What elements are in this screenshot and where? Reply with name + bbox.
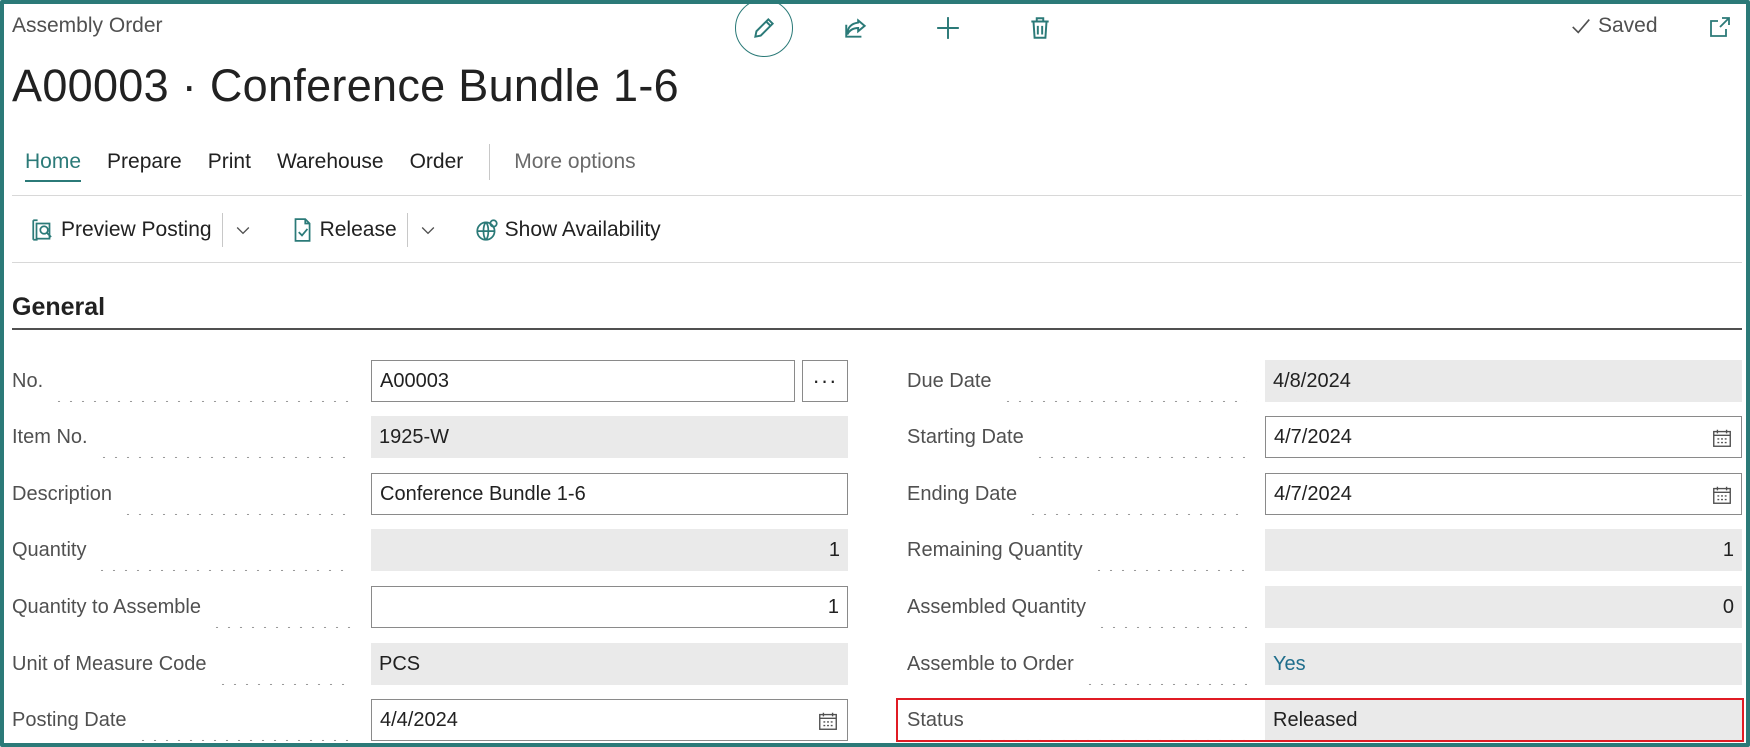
posting-date-input[interactable]: 4/4/2024 bbox=[371, 699, 848, 741]
field-posting-date: Posting Date 4/4/2024 bbox=[12, 699, 848, 741]
open-in-new-window-button[interactable] bbox=[1708, 15, 1732, 39]
top-actions bbox=[735, 0, 1103, 57]
field-ending-date: Ending Date 4/7/2024 bbox=[907, 473, 1743, 515]
due-date-value: 4/8/2024 bbox=[1265, 360, 1742, 402]
saved-label: Saved bbox=[1598, 14, 1658, 37]
globe-icon bbox=[476, 219, 498, 241]
ending-date-input[interactable]: 4/7/2024 bbox=[1265, 473, 1742, 515]
starting-date-text: 4/7/2024 bbox=[1274, 425, 1352, 448]
share-button[interactable] bbox=[827, 0, 885, 57]
tab-more-options[interactable]: More options bbox=[514, 150, 635, 180]
assemble-to-order-link[interactable]: Yes bbox=[1265, 643, 1742, 685]
field-remaining-quantity: Remaining Quantity 1 bbox=[907, 529, 1743, 571]
tab-order[interactable]: Order bbox=[410, 150, 464, 180]
chevron-down-icon[interactable] bbox=[233, 220, 253, 240]
field-assembled-quantity: Assembled Quantity 0 bbox=[907, 586, 1743, 628]
field-label: Unit of Measure Code bbox=[12, 643, 352, 685]
field-description: Description Conference Bundle 1-6 bbox=[12, 473, 848, 515]
edit-button[interactable] bbox=[735, 0, 793, 57]
remaining-quantity-value: 1 bbox=[1265, 529, 1742, 571]
section-underline bbox=[12, 328, 1742, 330]
starting-date-input[interactable]: 4/7/2024 bbox=[1265, 416, 1742, 458]
calendar-icon[interactable] bbox=[1711, 427, 1733, 449]
share-icon bbox=[845, 18, 867, 38]
separator bbox=[221, 213, 223, 247]
field-label: Assembled Quantity bbox=[907, 586, 1247, 628]
release-button[interactable]: Release bbox=[289, 217, 397, 243]
saved-status: Saved bbox=[1570, 14, 1658, 38]
preview-posting-label: Preview Posting bbox=[61, 218, 212, 241]
field-label: Due Date bbox=[907, 360, 1247, 402]
posting-date-text: 4/4/2024 bbox=[380, 708, 458, 731]
check-icon bbox=[1572, 19, 1590, 34]
page-title: A00003 · Conference Bundle 1-6 bbox=[12, 60, 679, 111]
no-input[interactable]: A00003 bbox=[371, 360, 795, 402]
plus-icon bbox=[937, 17, 959, 39]
field-label: Quantity to Assemble bbox=[12, 586, 352, 628]
tab-home[interactable]: Home bbox=[25, 150, 82, 182]
tab-print[interactable]: Print bbox=[208, 150, 251, 180]
tab-prepare[interactable]: Prepare bbox=[107, 150, 182, 180]
field-item-no: Item No. 1925-W bbox=[12, 416, 848, 458]
show-availability-label: Show Availability bbox=[504, 218, 661, 241]
field-label: Quantity bbox=[12, 529, 352, 571]
preview-posting-icon bbox=[32, 219, 52, 241]
field-label: Assemble to Order bbox=[907, 643, 1247, 685]
preview-posting-button[interactable]: Preview Posting bbox=[30, 217, 212, 243]
delete-button[interactable] bbox=[1011, 0, 1069, 57]
status-highlight-box bbox=[896, 698, 1744, 742]
calendar-icon[interactable] bbox=[1711, 484, 1733, 506]
field-label: Posting Date bbox=[12, 699, 352, 741]
description-input[interactable]: Conference Bundle 1-6 bbox=[371, 473, 848, 515]
assist-edit-button[interactable]: ··· bbox=[802, 360, 848, 402]
show-availability-button[interactable]: Show Availability bbox=[474, 217, 661, 243]
separator bbox=[406, 213, 408, 247]
action-tabs: Home Prepare Print Warehouse Order More … bbox=[25, 144, 662, 186]
new-button[interactable] bbox=[919, 0, 977, 57]
field-starting-date: Starting Date 4/7/2024 bbox=[907, 416, 1743, 458]
quantity-value: 1 bbox=[371, 529, 848, 571]
item-no-value: 1925-W bbox=[371, 416, 848, 458]
assembled-quantity-value: 0 bbox=[1265, 586, 1742, 628]
calendar-icon[interactable] bbox=[817, 710, 839, 732]
field-label: Description bbox=[12, 473, 352, 515]
uom-value: PCS bbox=[371, 643, 848, 685]
field-label: Starting Date bbox=[907, 416, 1247, 458]
section-title-general: General bbox=[12, 293, 106, 321]
tab-separator bbox=[489, 144, 491, 180]
release-label: Release bbox=[319, 218, 397, 241]
field-quantity: Quantity 1 bbox=[12, 529, 848, 571]
field-no: No. A00003 ··· bbox=[12, 360, 848, 402]
action-bar: Preview Posting Release Show Availabilit… bbox=[30, 212, 661, 248]
field-label: Item No. bbox=[12, 416, 352, 458]
divider bbox=[12, 195, 1742, 196]
page-caption: Assembly Order bbox=[12, 14, 163, 37]
field-assemble-to-order: Assemble to Order Yes bbox=[907, 643, 1743, 685]
chevron-down-icon[interactable] bbox=[418, 220, 438, 240]
tab-warehouse[interactable]: Warehouse bbox=[277, 150, 384, 180]
field-label: Remaining Quantity bbox=[907, 529, 1247, 571]
field-label: No. bbox=[12, 360, 352, 402]
trash-icon bbox=[1031, 17, 1049, 39]
release-icon bbox=[294, 218, 311, 242]
divider bbox=[12, 262, 1742, 263]
pencil-icon bbox=[754, 17, 775, 38]
field-label: Ending Date bbox=[907, 473, 1247, 515]
ending-date-text: 4/7/2024 bbox=[1274, 482, 1352, 505]
field-quantity-to-assemble: Quantity to Assemble 1 bbox=[12, 586, 848, 628]
quantity-to-assemble-input[interactable]: 1 bbox=[371, 586, 848, 628]
field-unit-of-measure-code: Unit of Measure Code PCS bbox=[12, 643, 848, 685]
field-due-date: Due Date 4/8/2024 bbox=[907, 360, 1743, 402]
popout-icon bbox=[1710, 17, 1730, 37]
